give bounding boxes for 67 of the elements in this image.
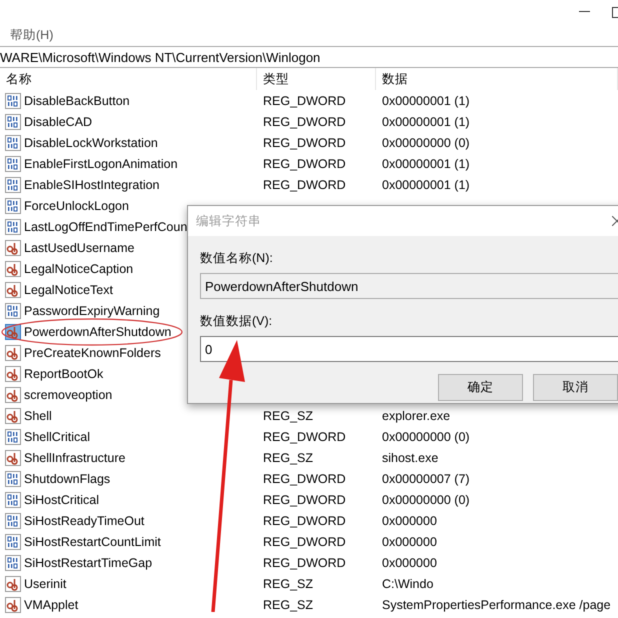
- value-data: 0x00000007 (7): [381, 472, 471, 486]
- value-name[interactable]: ShellInfrastructure: [24, 450, 126, 464]
- value-data: 0x00000000 (0): [381, 492, 471, 506]
- dialog-title: 编辑字符串: [196, 212, 261, 230]
- value-name[interactable]: SiHostRestartCountLimit: [24, 534, 161, 548]
- value-type: REG_DWORD: [262, 156, 347, 170]
- value-data: 0x00000001 (1): [381, 178, 471, 192]
- column-header[interactable]: 类型: [257, 68, 376, 90]
- value-type: REG_DWORD: [262, 472, 347, 486]
- value-type: REG_DWORD: [262, 430, 347, 444]
- value-name[interactable]: ForceUnlockLogon: [24, 198, 129, 212]
- value-name[interactable]: LegalNoticeText: [24, 282, 113, 296]
- value-name[interactable]: VMApplet: [24, 598, 78, 612]
- value-name[interactable]: LastUsedUsername: [24, 240, 134, 254]
- dialog-button[interactable]: 取消: [533, 374, 618, 401]
- column-header[interactable]: 名称: [0, 68, 257, 90]
- value-type: REG_DWORD: [262, 556, 347, 570]
- value-data: 0x00000001 (1): [381, 94, 471, 108]
- value-name[interactable]: PreCreateKnownFolders: [24, 346, 161, 360]
- value-name[interactable]: ShellCritical: [24, 430, 90, 444]
- value-data: 0x00000001 (1): [381, 114, 471, 128]
- value-data: sihost.exe: [381, 450, 440, 464]
- value-data: 0x000000: [381, 556, 438, 570]
- value-data: 0x00000000 (0): [381, 136, 471, 150]
- value-type: REG_DWORD: [262, 514, 347, 528]
- value-type: REG_DWORD: [262, 534, 347, 548]
- value-type: REG_DWORD: [262, 136, 347, 150]
- value-name[interactable]: Userinit: [24, 576, 66, 590]
- value-name[interactable]: SiHostCritical: [24, 492, 100, 506]
- minimize-icon[interactable]: [579, 11, 590, 13]
- value-type: REG_DWORD: [262, 178, 347, 192]
- value-data: SystemPropertiesPerformance.exe /page: [381, 598, 612, 612]
- value-type: REG_SZ: [262, 576, 314, 590]
- value-name[interactable]: DisableLockWorkstation: [24, 136, 158, 150]
- value-name[interactable]: SiHostReadyTimeOut: [24, 514, 144, 528]
- value-type: REG_DWORD: [262, 114, 347, 128]
- dialog-button[interactable]: 确定: [438, 374, 523, 401]
- value-name[interactable]: EnableSIHostIntegration: [24, 178, 160, 192]
- field-label: 数值数据(V):: [200, 313, 274, 330]
- value-type: REG_SZ: [262, 408, 314, 422]
- value-name[interactable]: LastLogOffEndTimePerfCoun: [24, 220, 188, 234]
- value-name[interactable]: ShutdownFlags: [24, 472, 110, 486]
- value-data: 0x000000: [381, 534, 438, 548]
- address-bar[interactable]: WARE\Microsoft\Windows NT\CurrentVersion\Winlogon: [0, 46, 618, 68]
- column-header[interactable]: 数据: [376, 68, 618, 90]
- menu-item[interactable]: 帮助(H): [10, 26, 54, 44]
- value-type: REG_SZ: [262, 450, 314, 464]
- value-name[interactable]: LegalNoticeCaption: [24, 262, 134, 276]
- value-name-field[interactable]: PowerdownAfterShutdown: [200, 273, 618, 299]
- value-name[interactable]: PasswordExpiryWarning: [24, 304, 160, 318]
- value-name[interactable]: EnableFirstLogonAnimation: [24, 156, 178, 170]
- field-label: 数值名称(N):: [200, 250, 274, 267]
- value-data: C:\Windo: [381, 576, 434, 590]
- value-type: REG_SZ: [262, 598, 314, 612]
- value-data: 0x000000: [381, 514, 438, 528]
- value-data: explorer.exe: [381, 408, 452, 422]
- value-name[interactable]: SiHostRestartTimeGap: [24, 556, 152, 570]
- value-name[interactable]: scremoveoption: [24, 388, 112, 402]
- value-data-field[interactable]: 0: [200, 336, 618, 362]
- value-name[interactable]: DisableBackButton: [24, 94, 130, 108]
- value-name[interactable]: Shell: [24, 408, 52, 422]
- value-type: REG_DWORD: [262, 492, 347, 506]
- value-data: 0x00000001 (1): [381, 156, 471, 170]
- value-name[interactable]: DisableCAD: [24, 114, 92, 128]
- value-type: REG_DWORD: [262, 94, 347, 108]
- value-name[interactable]: ReportBootOk: [24, 366, 104, 380]
- value-data: 0x00000000 (0): [381, 430, 471, 444]
